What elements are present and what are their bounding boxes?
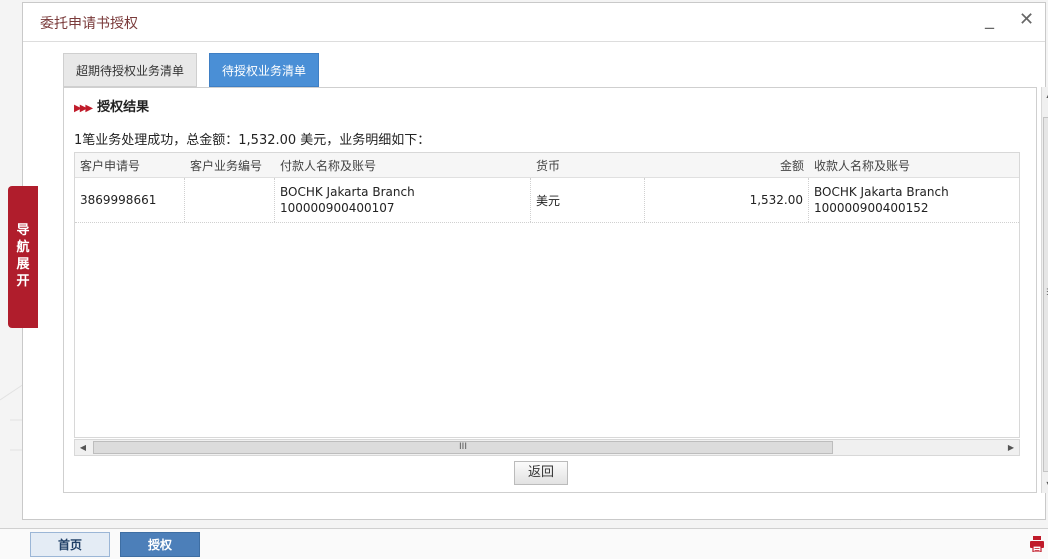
minimize-icon[interactable]: _	[985, 9, 994, 30]
title-bar: 委托申请书授权 _ ✕	[23, 3, 1045, 42]
window-title: 委托申请书授权	[40, 16, 138, 32]
nav-expand-label: 导航展开	[16, 223, 30, 289]
section-heading-text: 授权结果	[97, 100, 150, 115]
tab-overdue-pending[interactable]: 超期待授权业务清单	[63, 53, 197, 87]
payer-account: 100000900400107	[280, 201, 395, 215]
cell-app-no: 3869998661	[75, 178, 185, 222]
cell-amount: 1,532.00	[645, 178, 809, 222]
section-heading: ▶▶▶ 授权结果	[74, 96, 149, 115]
horizontal-scrollbar[interactable]: ◀ III ▶	[74, 439, 1020, 456]
table-header: 客户申请号 客户业务编号 付款人名称及账号 货币 金额 收款人名称及账号	[75, 153, 1019, 178]
scroll-up-icon[interactable]: ▲	[1042, 87, 1048, 103]
cell-biz-no	[185, 178, 275, 222]
col-app-no[interactable]: 客户申请号	[75, 153, 185, 177]
dialog-window: 委托申请书授权 _ ✕ 超期待授权业务清单 待授权业务清单 ▶▶▶ 授权结果 1笔…	[22, 2, 1048, 520]
printer-icon[interactable]	[1030, 536, 1044, 552]
scroll-right-icon[interactable]: ▶	[1003, 440, 1019, 455]
col-currency[interactable]: 货币	[531, 153, 645, 177]
cell-payee: BOCHK Jakarta Branch 100000900400152	[809, 178, 1019, 222]
col-biz-no[interactable]: 客户业务编号	[185, 153, 275, 177]
return-button[interactable]: 返回	[514, 461, 568, 485]
content-panel: ▶▶▶ 授权结果 1笔业务处理成功，总金额：1,532.00 美元，业务明细如下：…	[63, 87, 1037, 493]
payer-name: BOCHK Jakarta Branch	[280, 185, 415, 199]
bottom-tab-home[interactable]: 首页	[30, 532, 110, 557]
bottom-taskbar: 首页 授权	[0, 528, 1048, 559]
payee-account: 100000900400152	[814, 201, 929, 215]
col-payer[interactable]: 付款人名称及账号	[275, 153, 531, 177]
scroll-down-icon[interactable]: ▼	[1042, 477, 1048, 493]
result-summary: 1笔业务处理成功，总金额：1,532.00 美元，业务明细如下：	[74, 133, 431, 148]
col-amount[interactable]: 金额	[645, 153, 809, 177]
vertical-scroll-thumb[interactable]: ☰	[1043, 117, 1048, 472]
scroll-left-icon[interactable]: ◀	[75, 440, 91, 455]
cell-currency: 美元	[531, 178, 645, 222]
cell-payer: BOCHK Jakarta Branch 100000900400107	[275, 178, 531, 222]
bottom-tab-authorize[interactable]: 授权	[120, 532, 200, 557]
tab-pending-authorization[interactable]: 待授权业务清单	[209, 53, 319, 87]
close-icon[interactable]: ✕	[1019, 9, 1034, 30]
result-table: 客户申请号 客户业务编号 付款人名称及账号 货币 金额 收款人名称及账号 386…	[74, 152, 1020, 438]
col-payee[interactable]: 收款人名称及账号	[809, 153, 1019, 177]
triple-arrow-icon: ▶▶▶	[74, 103, 93, 114]
nav-expand-toggle[interactable]: 导航展开	[8, 186, 38, 328]
horizontal-scroll-thumb[interactable]: III	[93, 441, 833, 454]
table-row[interactable]: 3869998661 BOCHK Jakarta Branch 10000090…	[75, 178, 1019, 223]
vertical-scrollbar[interactable]: ▲ ☰ ▼	[1041, 87, 1048, 493]
payee-name: BOCHK Jakarta Branch	[814, 185, 949, 199]
